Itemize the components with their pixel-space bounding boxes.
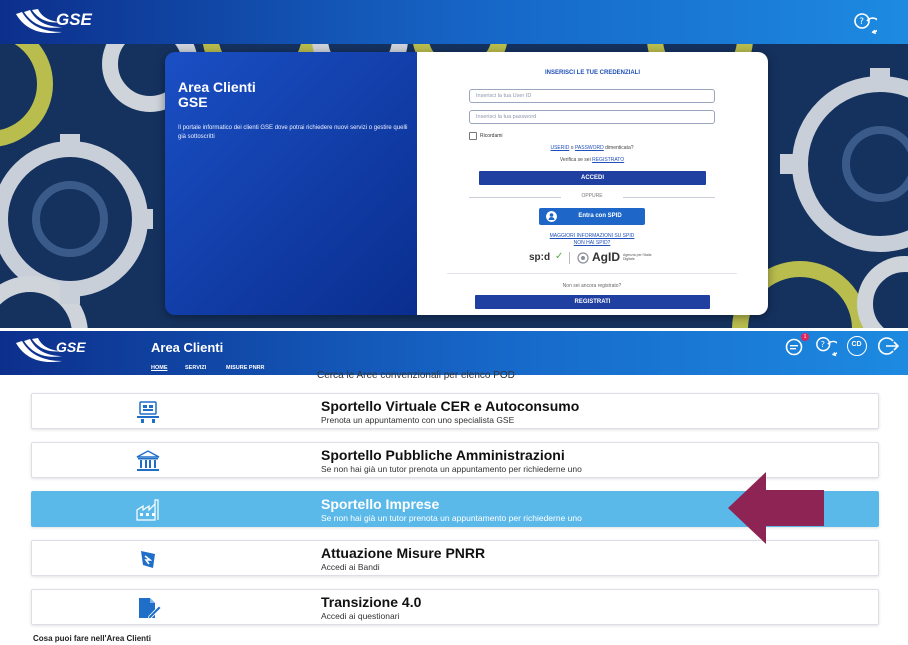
remember-checkbox[interactable] <box>469 132 477 140</box>
register-button[interactable]: REGISTRATI <box>475 295 710 309</box>
login-intro-description: Il portale informatico dei clienti GSE d… <box>178 125 408 140</box>
login-card: Area Clienti GSE Il portale informatico … <box>165 52 768 315</box>
or-divider: OPPURE <box>469 193 715 201</box>
logout-icon[interactable] <box>877 335 899 357</box>
nav-servizi[interactable]: SERVIZI <box>185 365 206 371</box>
spid-check-icon: ✓ <box>555 251 564 262</box>
forgot-password-link[interactable]: PASSWORD <box>575 145 604 151</box>
intro-title-line2: GSE <box>178 94 208 110</box>
password-input[interactable]: Inserisci la tua password <box>469 110 715 124</box>
no-spid-link[interactable]: NON HAI SPID? <box>469 240 715 246</box>
agid-logo-text: AgID <box>592 250 620 264</box>
factory-icon <box>136 499 159 521</box>
header-actions: ? CD <box>778 335 903 359</box>
government-building-icon <box>136 450 160 471</box>
login-intro-title: Area Clienti GSE <box>178 80 256 110</box>
card-subtitle: Accedi ai questionari <box>321 611 400 621</box>
card-sportello-cer[interactable]: Sportello Virtuale CER e Autoconsumo Pre… <box>31 393 879 429</box>
card-transizione-4[interactable]: Transizione 4.0 Accedi ai questionari <box>31 589 879 625</box>
card-subtitle: Prenota un appuntamento con uno speciali… <box>321 415 515 425</box>
spid-button-label: Entra con SPID <box>578 213 622 219</box>
forgot-or-text: o <box>570 145 574 151</box>
logo-text: GSE <box>56 10 92 29</box>
or-label: OPPURE <box>581 193 603 199</box>
spid-login-button[interactable]: Entra con SPID <box>539 208 645 225</box>
card-title: Sportello Pubbliche Amministrazioni <box>321 447 565 463</box>
card-title: Sportello Imprese <box>321 496 440 512</box>
login-card-intro: Area Clienti GSE Il portale informatico … <box>165 52 417 315</box>
not-registered-text: Non sei ancora registrato? <box>562 283 622 289</box>
svg-text:?: ? <box>821 339 825 349</box>
userid-input[interactable]: Inserisci la tua User ID <box>469 89 715 103</box>
top-header-bar: GSE ? <box>0 0 908 44</box>
remember-label: Ricordami <box>480 133 503 139</box>
dashboard-page: GSE Area Clienti HOME SERVIZI MISURE PNR… <box>0 331 908 645</box>
card-subtitle: Se non hai già un tutor prenota un appun… <box>321 513 582 523</box>
help-chat-icon[interactable]: ? <box>815 335 837 357</box>
login-page: GSE ? Area Clienti GSE Il portale inform… <box>0 0 908 328</box>
verify-registration-line: Verifica se sei REGISTRATO <box>469 157 715 163</box>
forgot-userid-link[interactable]: USERID <box>550 145 569 151</box>
monitor-people-icon <box>137 401 159 423</box>
help-chat-icon[interactable]: ? <box>853 12 877 34</box>
document-pen-icon <box>139 598 161 620</box>
verify-prefix-text: Verifica se sei <box>559 157 591 163</box>
card-title: Attuazione Misure PNRR <box>321 545 486 561</box>
dashboard-header-bar: GSE Area Clienti HOME SERVIZI MISURE PNR… <box>0 331 908 375</box>
login-button[interactable]: ACCEDI <box>479 171 706 185</box>
notification-badge: 1 <box>801 333 809 341</box>
logo-text: GSE <box>56 339 86 355</box>
logo-separator <box>569 252 570 264</box>
left-arrow-annotation-icon <box>728 472 824 544</box>
agid-emblem-icon <box>577 252 589 264</box>
nav-home[interactable]: HOME <box>151 365 168 371</box>
verify-registered-link[interactable]: REGISTRATO <box>592 157 624 163</box>
spid-agid-logos: sp:d ✓ AgID Agenzia per l'Italia Digital… <box>517 250 667 266</box>
form-title: INSERISCI LE TUE CREDENZIALI <box>544 70 640 76</box>
forgot-suffix-text: dimenticata? <box>605 145 634 151</box>
partial-card-text: Cerca le Aree convenzionali per elenco P… <box>317 370 515 381</box>
card-subtitle: Se non hai già un tutor prenota un appun… <box>321 464 582 474</box>
spid-info-link[interactable]: MAGGIORI INFORMAZIONI SU SPID <box>469 233 715 239</box>
composite-screenshot: GSE ? Area Clienti GSE Il portale inform… <box>0 0 908 645</box>
card-title: Transizione 4.0 <box>321 594 422 610</box>
spid-logo: sp:d <box>529 252 551 263</box>
section-heading: Cosa puoi fare nell'Area Clienti <box>33 634 151 643</box>
form-divider <box>447 273 737 274</box>
card-title: Sportello Virtuale CER e Autoconsumo <box>321 398 580 414</box>
nav-misure-pnrr[interactable]: MISURE PNRR <box>226 365 265 371</box>
card-misure-pnrr[interactable]: Attuazione Misure PNRR Accedi ai Bandi <box>31 540 879 576</box>
cd-label: CD <box>851 341 862 348</box>
svg-text:?: ? <box>859 17 864 27</box>
forgot-credentials-line: USERID o PASSWORD dimenticata? <box>469 145 715 151</box>
agid-subtitle: Agenzia per l'Italia Digitale <box>623 253 652 261</box>
profile-cd-icon[interactable]: CD <box>847 336 867 356</box>
card-subtitle: Accedi ai Bandi <box>321 562 380 572</box>
header-title: Area Clienti <box>151 340 224 355</box>
intro-title-line1: Area Clienti <box>178 79 256 95</box>
login-form: INSERISCI LE TUE CREDENZIALI Inserisci l… <box>417 52 768 315</box>
pnrr-logo-icon <box>141 551 155 568</box>
